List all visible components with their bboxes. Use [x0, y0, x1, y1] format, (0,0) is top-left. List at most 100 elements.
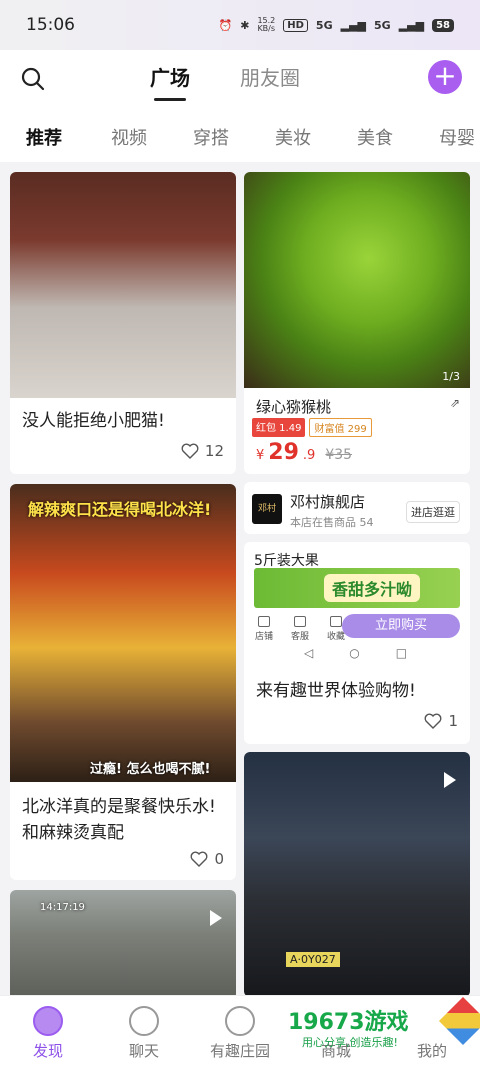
price-value: 29 [268, 440, 299, 465]
category-baby[interactable]: 母婴 [416, 124, 480, 150]
top-tabs: 广场 朋友圈 [150, 62, 300, 101]
image-page-indicator: 1/3 [442, 370, 460, 383]
original-price: ¥35 [325, 447, 353, 463]
category-outfit[interactable]: 穿搭 [170, 124, 252, 150]
promo-banner-text: 香甜多汁呦 [324, 574, 421, 602]
bluetooth-icon: ✱ [240, 18, 250, 32]
nav-manor-label: 有趣庄园 [209, 1042, 270, 1060]
tool-favorite-label: 收藏 [326, 632, 345, 642]
shop-name: 邓村旗舰店 [290, 493, 366, 511]
feed-card-cat[interactable]: 没人能拒绝小肥猫! 12 [10, 172, 236, 474]
tab-square[interactable]: 广场 [150, 62, 190, 101]
top-header: 广场 朋友圈 + [0, 50, 480, 112]
category-makeup[interactable]: 美妆 [252, 124, 334, 150]
category-tabs: 推荐 视频 穿搭 美妆 美食 母婴 [0, 112, 480, 162]
shop-card[interactable]: 邓村 邓村旗舰店 本店在售商品 54 进店逛逛 [244, 482, 470, 534]
heart-icon [425, 713, 442, 729]
status-time: 15:06 [26, 15, 75, 35]
like-count: 0 [214, 850, 224, 868]
promo-banner: 香甜多汁呦 [254, 568, 460, 608]
heart-icon [181, 443, 199, 459]
wealth-badge: 财富值 299 [309, 418, 372, 437]
cat-photo [10, 172, 236, 398]
share-icon[interactable]: ⇗ [450, 396, 460, 410]
category-video[interactable]: 视频 [88, 124, 170, 150]
post-title-line2: 和麻辣烫真配 [22, 823, 124, 843]
chat-icon [129, 1006, 159, 1036]
category-recommend[interactable]: 推荐 [0, 124, 88, 150]
status-bar: 15:06 ⏰ ✱ 15.2 KB/s HD 5G ▂▄▆ 5G ▂▄▆ 58 [0, 0, 480, 50]
play-icon [444, 772, 456, 788]
drink-photo [10, 484, 236, 782]
shop-product-count: 本店在售商品 54 [290, 516, 374, 529]
price-decimal: .9 [302, 448, 316, 463]
store-icon [258, 616, 270, 627]
red-packet-badge: 红包 1.49 [252, 418, 306, 437]
hd-badge: HD [283, 18, 308, 32]
signal-5g-2: 5G [374, 18, 391, 32]
shop-logo: 邓村 [252, 494, 282, 524]
post-title-line1: 北冰洋真的是聚餐快乐水! [22, 797, 216, 817]
nav-manor[interactable]: 有趣庄园 [192, 996, 288, 1067]
price-row: ¥29.9 ¥35 [256, 440, 352, 465]
kiwi-photo [244, 172, 470, 388]
nav-chat[interactable]: 聊天 [96, 996, 192, 1067]
photo-caption-top: 解辣爽口还是得喝北冰洋! [28, 500, 212, 519]
buy-now-button[interactable]: 立即购买 [342, 614, 460, 638]
tool-store-label: 店铺 [254, 632, 273, 642]
nav-discover-label: 发现 [32, 1042, 63, 1060]
tab-moments[interactable]: 朋友圈 [240, 62, 300, 101]
feed-card-street-video[interactable]: 14:17:19 [10, 890, 236, 1000]
network-speed: 15.2 KB/s [257, 16, 276, 33]
license-plate: A·0Y027 [286, 952, 340, 967]
tool-service-label: 客服 [290, 632, 309, 642]
add-post-button[interactable]: + [428, 60, 462, 94]
tool-service[interactable]: 客服 [290, 616, 310, 642]
like-button[interactable]: 0 [190, 850, 224, 868]
post-title: 没人能拒绝小肥猫! [22, 411, 165, 431]
feed-card-night-video[interactable]: A·0Y027 [244, 752, 470, 997]
plus-icon: + [433, 59, 457, 92]
nav-discover[interactable]: 发现 [0, 996, 96, 1067]
planet-icon [225, 1006, 255, 1036]
android-nav-keys: ◁ ○ □ [304, 646, 407, 660]
category-food[interactable]: 美食 [334, 124, 416, 150]
watermark: 19673游戏 用心分享,创造乐趣! [288, 996, 480, 1050]
promo-title: 5斤装大果 [254, 553, 319, 569]
back-key-icon: ◁ [304, 646, 314, 660]
home-key-icon: ○ [349, 646, 360, 660]
nav-chat-label: 聊天 [128, 1042, 159, 1060]
watermark-slogan: 用心分享,创造乐趣! [302, 1036, 398, 1049]
status-icons: ⏰ ✱ 15.2 KB/s HD 5G ▂▄▆ 5G ▂▄▆ 58 [219, 17, 454, 33]
shop-tools: 店铺 客服 收藏 [254, 616, 346, 642]
heart-icon [191, 851, 208, 867]
product-name: 绿心猕猴桃 [256, 398, 332, 416]
product-card-kiwi[interactable]: 1/3 绿心猕猴桃 ⇗ 红包 1.49 财富值 299 ¥29.9 ¥35 [244, 172, 470, 474]
tool-store[interactable]: 店铺 [254, 616, 274, 642]
alarm-icon: ⏰ [218, 18, 233, 32]
recent-key-icon: □ [395, 646, 408, 660]
visit-shop-button[interactable]: 进店逛逛 [406, 501, 460, 523]
post-title: 北冰洋真的是聚餐快乐水! 和麻辣烫真配 [22, 794, 216, 846]
watermark-brand: 19673游戏 [288, 1010, 409, 1035]
battery-icon: 58 [432, 18, 454, 32]
like-button[interactable]: 12 [181, 442, 224, 460]
search-icon[interactable] [20, 66, 46, 92]
play-icon [210, 910, 222, 926]
like-count: 1 [448, 712, 458, 730]
signal-5g-1: 5G [315, 18, 333, 32]
signal-bars-icon-2: ▂▄▆ [398, 18, 425, 32]
product-badges: 红包 1.49 财富值 299 [252, 418, 372, 437]
like-button[interactable]: 1 [424, 712, 458, 730]
feed-card-drink[interactable]: 解辣爽口还是得喝北冰洋! 过瘾! 怎么也喝不腻! 北冰洋真的是聚餐快乐水! 和麻… [10, 484, 236, 880]
night-video-thumbnail [244, 752, 470, 997]
video-timestamp: 14:17:19 [40, 902, 85, 913]
cube-logo-icon [438, 996, 480, 1046]
headset-icon [294, 616, 306, 627]
price-currency: ¥ [256, 448, 265, 463]
feed-card-promo[interactable]: 5斤装大果 香甜多汁呦 店铺 客服 收藏 立即购买 ◁ ○ □ 来有趣世界体验购… [244, 542, 470, 744]
photo-caption-bottom: 过瘾! 怎么也喝不腻! [90, 762, 211, 777]
signal-bars-icon: ▂▄▆ [340, 18, 366, 32]
like-count: 12 [204, 442, 224, 460]
post-title: 来有趣世界体验购物! [256, 681, 416, 701]
